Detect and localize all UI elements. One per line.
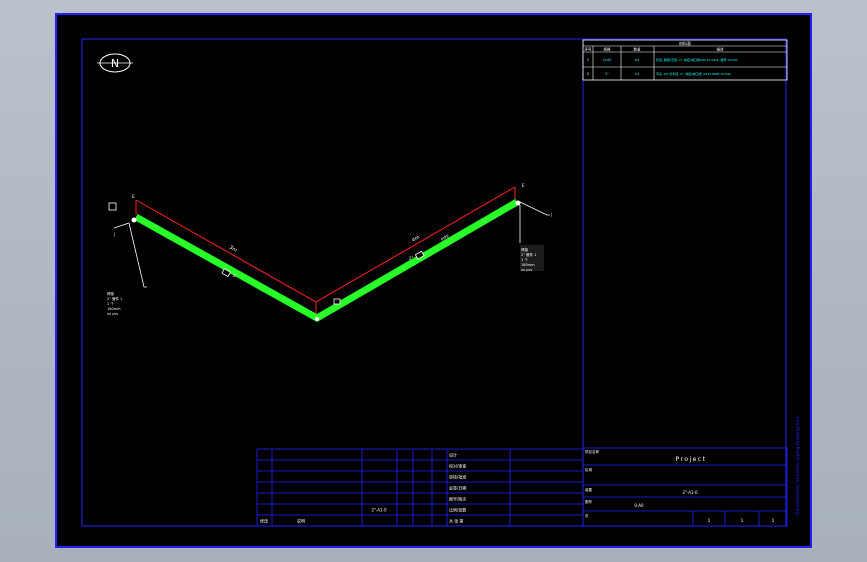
bom-row-2-qty: x4 [635,72,640,76]
sheet-value-3: 1 [772,518,775,523]
pipe-end-right [515,200,521,206]
svg-text:比例/张数: 比例/张数 [449,507,466,513]
svg-text:xx pcs: xx pcs [107,312,118,316]
isometric-drawing: N 3m 4m 2" 2" PIPE E E | | 焊接 2" 管件 1 1 … [81,38,801,527]
svg-text:会签/日期: 会签/日期 [449,485,466,491]
unit-label: 装置 [585,487,593,492]
bom-header-desc: 描述 [717,47,725,52]
svg-text:180mm: 180mm [521,263,535,267]
title-block-left [256,448,584,527]
drawing-value: 0-A0 [634,503,644,508]
sheet-label: 页 [585,514,589,518]
inner-frame [81,38,787,527]
bom-row-1-desc: 管道, 碳钢/无缝, 2", 焊接/坡口端/API 5L GR.B, 壁厚 SC… [656,57,738,62]
unit-value: 2"-A1-0 [682,490,697,495]
north-label: N [111,57,119,70]
side-text: Generated by isometric piping drawing to… [795,417,801,515]
bom-table: 材料表 序号 规格 数量 描述 1 2x40 x4 管道, 碳钢/无缝, 2",… [582,39,788,81]
bom-row-1-no: 1 [587,58,589,62]
elbow-node [315,317,319,321]
svg-text:1 个: 1 个 [521,257,528,262]
svg-text:校对/审查: 校对/审查 [449,463,466,469]
svg-text:180mm: 180mm [107,307,121,311]
drawing-sheet: N 3m 4m 2" 2" PIPE E E | | 焊接 2" 管件 1 1 … [55,13,812,548]
svg-text:xx pcs: xx pcs [521,268,532,272]
svg-text:审核/批准: 审核/批准 [449,474,466,480]
bom-row-1-spec: 2x40 [603,58,612,62]
svg-text:图号/版次: 图号/版次 [449,496,466,502]
right-marker: | [550,212,552,217]
left-note: 焊接 2" 管件 1 1 个 180mm xx pcs [107,291,122,316]
elbow-tag [333,298,341,305]
sheet-value-1: 1 [708,518,711,523]
svg-text:焊接: 焊接 [107,291,114,296]
north-arrow-icon: N [97,53,133,73]
area-label: 区域 [585,467,593,472]
end-tag-left: E [132,194,135,199]
project-label: 项目名称 [585,449,599,454]
svg-text:2": 2" [233,273,238,278]
project-name: Project [675,456,706,463]
sheet-value-2: 1 [741,518,744,523]
bom-header-spec: 规格 [604,47,612,52]
bom-title: 材料表 [679,40,691,46]
svg-text:2" 管件 1: 2" 管件 1 [107,296,122,301]
title-block-labels: 设计 校对/审查 审核/批准 会签/日期 图号/版次 比例/张数 共 张 第 2… [260,452,466,524]
pipe-end-left [131,217,137,223]
bom-row-1-qty: x4 [635,58,640,62]
title-block-drawing-no: 2"-A1-0 [371,508,386,513]
svg-text:焊接: 焊接 [521,247,529,252]
bom-header-qty: 数量 [634,47,642,52]
bom-row-2-no: 2 [587,72,589,76]
svg-text:2": 2" [409,256,414,261]
svg-text:2" 管件 1: 2" 管件 1 [521,252,536,257]
bom-header-no: 序号 [585,47,593,52]
left-marker: | [113,232,115,237]
svg-text:共 张 第: 共 张 第 [449,518,464,524]
title-block-right-text: 项目名称 Project 区域 装置 2"-A1-0 图号 0-A0 页 1 1… [585,449,775,523]
bom-row-2-spec: 2" [605,72,609,76]
drawing-label: 图号 [585,499,593,504]
tag-box-left [108,202,117,211]
end-tag-right: E [522,183,525,188]
svg-text:1 个: 1 个 [107,301,114,306]
title-block-revision: 修改 [260,518,268,524]
title-block-remark: 说明 [297,518,305,524]
svg-text:设计: 设计 [449,452,457,458]
bom-row-2-desc: 弯头, 90°长半径, 2", 焊接/坡口端, A234 WPB, SCH40 [656,71,731,76]
